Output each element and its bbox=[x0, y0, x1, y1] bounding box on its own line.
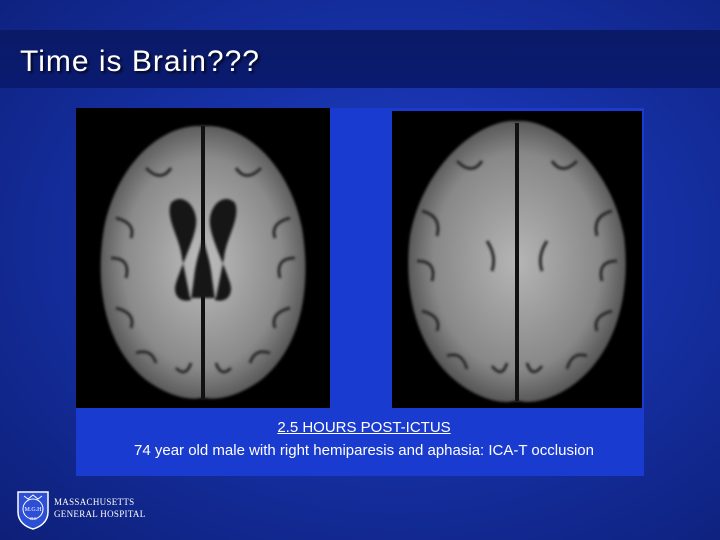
slide-title: Time is Brain??? bbox=[20, 45, 260, 78]
logo-seal-year: 1811 bbox=[29, 516, 37, 521]
brain-mri-left-image bbox=[76, 108, 330, 408]
hospital-name: MASSACHUSETTS GENERAL HOSPITAL bbox=[54, 496, 146, 520]
caption-heading: 2.5 HOURS POST-ICTUS bbox=[277, 419, 451, 436]
caption-text: 74 year old male with right hemiparesis … bbox=[134, 442, 594, 459]
hospital-name-line2: GENERAL HOSPITAL bbox=[54, 509, 146, 519]
mri-scan-right bbox=[392, 111, 642, 408]
hospital-name-line1: MASSACHUSETTS bbox=[54, 497, 135, 507]
mri-scan-left bbox=[76, 108, 330, 408]
brain-mri-right-image bbox=[392, 111, 642, 408]
mgh-shield-logo-icon: M.G.H 1811 bbox=[16, 490, 50, 530]
logo-seal-text: M.G.H bbox=[24, 507, 42, 513]
